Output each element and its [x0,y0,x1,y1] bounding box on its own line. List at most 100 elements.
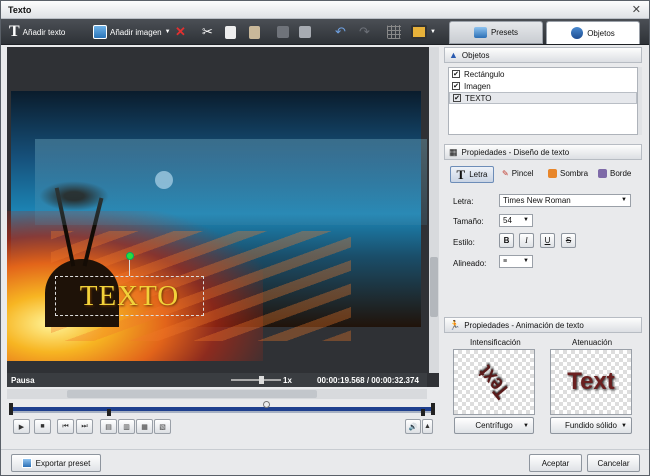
list-item-label: Rectángulo [464,69,505,79]
italic-button[interactable]: I [519,233,534,248]
window-title: Texto [8,5,32,15]
checkbox[interactable]: ✔ [452,70,460,78]
volume-button[interactable]: 🔊 [405,419,421,434]
text-object[interactable]: TEXTO [55,276,204,316]
ok-button[interactable]: Aceptar [529,454,582,472]
objects-header: Objetos [461,50,490,60]
out-effect-value: Fundido sólido [564,421,618,430]
strikethrough-button[interactable]: S [561,233,576,248]
current-time: 00:00:19.568 [317,376,365,385]
chevron-down-icon[interactable]: ▼ [165,29,171,35]
close-icon[interactable]: ✕ [632,3,641,16]
stop-button[interactable]: ■ [34,419,51,434]
chevron-up-icon: ▲ [424,423,431,430]
list-item-text[interactable]: ✔ TEXTO [449,92,637,104]
safe-zone-icon[interactable]: ▼ [411,23,436,41]
out-marker[interactable] [421,409,425,416]
out-effect-preview[interactable]: Text [550,349,632,415]
send-back-icon[interactable] [277,23,289,41]
chevron-down-icon[interactable]: ▼ [430,29,436,35]
volume-dropdown[interactable]: ▲ [422,419,433,434]
previous-button[interactable]: ⏮ [57,419,74,434]
tab-presets-label: Presets [490,28,519,37]
paste-icon[interactable] [249,23,260,41]
bold-button[interactable]: B [499,233,514,248]
preview-canvas[interactable]: TEXTO [7,47,427,373]
chevron-down-icon: ▼ [621,197,627,203]
scrollbar-thumb[interactable] [430,257,438,317]
zoom-slider-thumb[interactable] [259,376,264,384]
in-effect-label: Intensificación [470,338,521,347]
list-scroll-track [638,67,642,135]
tab-shadow[interactable]: Sombra [548,169,588,178]
bring-front-icon[interactable] [299,23,311,41]
size-select[interactable]: 54 ▼ [499,214,533,227]
stop-icon: ■ [40,423,45,430]
cut-icon[interactable]: ✂ [202,23,213,41]
scrollbar-thumb[interactable] [67,390,317,398]
tab-font[interactable]: T Letra [450,166,494,183]
export-icon [21,458,32,468]
tab-objects-label: Objetos [587,28,615,38]
center-horizontal-button[interactable]: ▥ [118,419,135,434]
center-vertical-button[interactable]: ▦ [136,419,153,434]
start-marker[interactable] [9,403,13,415]
font-select-value: Times New Roman [503,196,571,205]
text-design-header: Propiedades - Diseño de texto [461,147,570,157]
tab-objects[interactable]: Objetos [546,21,640,44]
cancel-button[interactable]: Cancelar [587,454,640,472]
checkbox[interactable]: ✔ [452,82,460,90]
text-editor-window: Texto ✕ T Añadir texto Añadir imagen ▼ ✕… [0,0,650,476]
font-select[interactable]: Times New Roman ▼ [499,194,631,207]
move-right-button[interactable]: ▧ [154,419,171,434]
tab-brush[interactable]: ✎ Pincel [502,169,534,178]
tab-brush-label: Pincel [511,169,534,178]
player-state: Pausa [11,376,35,385]
end-marker[interactable] [431,403,435,415]
zoom-slider[interactable] [231,376,281,384]
center-icon: ▥ [123,423,130,431]
add-text-button[interactable]: T Añadir texto [9,23,65,41]
copy-icon[interactable] [225,23,236,41]
tab-presets[interactable]: Presets [449,21,543,44]
list-item-image[interactable]: ✔ Imagen [449,80,637,92]
rectangle-object[interactable] [35,139,427,225]
checkbox[interactable]: ✔ [453,94,461,102]
text-animation-section-header: 🏃 Propiedades - Animación de texto [444,317,642,333]
speaker-icon: 🔊 [408,423,418,431]
next-button[interactable]: ⏭ [76,419,93,434]
chevron-down-icon: ▼ [523,258,529,264]
text-animation-header: Propiedades - Animación de texto [464,320,584,330]
underline-button[interactable]: U [540,233,555,248]
font-label: Letra: [453,197,474,206]
in-effect-preview[interactable]: Text [453,349,535,415]
playhead[interactable] [263,401,270,408]
in-effect-dropdown[interactable]: Centrífugo ▼ [454,417,534,434]
align-select[interactable]: ≡ ▼ [499,255,533,268]
preview-area: TEXTO [7,47,439,387]
objects-list: ✔ Rectángulo ✔ Imagen ✔ TEXTO [448,67,638,135]
redo-icon[interactable]: ↷ [359,23,370,41]
add-image-button[interactable]: Añadir imagen ▼ [93,23,171,41]
play-button[interactable]: ▶ [13,419,30,434]
export-preset-button[interactable]: Exportar preset [11,454,101,472]
rotation-handle[interactable] [126,252,134,260]
timeline[interactable] [7,401,439,417]
move-left-button[interactable]: ▤ [100,419,117,434]
skip-back-icon: ⏮ [62,422,69,430]
list-item-rectangle[interactable]: ✔ Rectángulo [449,68,637,80]
skip-forward-icon: ⏭ [81,422,88,430]
grid-icon[interactable] [387,23,401,41]
delete-icon[interactable]: ✕ [175,23,186,41]
objects-section-header: ▲ Objetos [444,47,642,63]
time-separator: / [366,376,370,385]
out-effect-dropdown[interactable]: Fundido sólido ▼ [550,417,632,434]
in-marker[interactable] [107,409,111,416]
vertical-scrollbar[interactable] [429,47,439,373]
tab-border[interactable]: Borde [598,169,631,178]
undo-icon[interactable]: ↶ [335,23,346,41]
add-text-label: Añadir texto [22,27,66,37]
align-center-icon: ≡ [503,258,508,265]
out-effect-preview-text: Text [567,368,615,395]
horizontal-scrollbar[interactable] [7,389,427,399]
